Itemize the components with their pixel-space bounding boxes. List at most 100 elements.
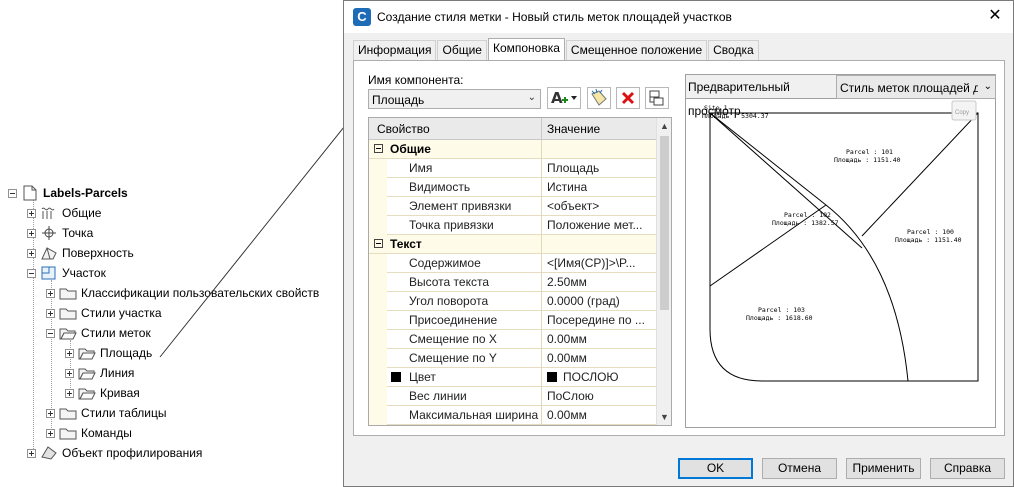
folder-open-icon — [78, 348, 96, 360]
svg-text:A: A — [551, 89, 563, 107]
cell-separator — [541, 387, 542, 406]
tab-summary[interactable]: Сводка — [708, 40, 759, 60]
expand-icon[interactable] — [46, 308, 55, 318]
property-value[interactable]: Положение мет... — [547, 218, 655, 232]
expand-icon[interactable] — [27, 228, 36, 238]
category-general[interactable]: Общие — [369, 140, 657, 159]
component-draw-order-button[interactable] — [645, 87, 669, 109]
copy-label: Copy — [955, 110, 969, 116]
help-button[interactable]: Справка — [930, 458, 1005, 479]
expand-icon[interactable] — [27, 248, 36, 258]
expand-icon[interactable] — [65, 368, 74, 378]
cancel-button[interactable]: Отмена — [762, 458, 837, 479]
tree-item-custom-classifications[interactable]: Классификации пользовательских свойств — [46, 283, 319, 303]
property-row[interactable]: Максимальная ширина 0.00мм — [369, 406, 657, 425]
collapse-icon[interactable] — [27, 268, 36, 278]
property-row[interactable]: Содержимое <[Имя(CP)]>\P... — [369, 254, 657, 273]
property-value[interactable]: 2.50мм — [547, 275, 655, 289]
tab-layout[interactable]: Компоновка — [487, 38, 565, 60]
chevron-down-icon[interactable]: ▼ — [657, 409, 671, 425]
tree-item-point[interactable]: Точка — [27, 223, 93, 243]
tree-root-labels-parcels[interactable]: Labels-Parcels — [8, 183, 128, 203]
property-row[interactable]: Присоединение Посередине по ... — [369, 311, 657, 330]
preview-pane: Предварительный просмотр Стиль меток пло… — [685, 74, 996, 428]
property-row[interactable]: Имя Площадь — [369, 159, 657, 178]
expand-icon[interactable] — [46, 408, 55, 418]
collapse-icon[interactable] — [374, 239, 383, 248]
tree-item-general[interactable]: Общие — [27, 203, 101, 223]
tree-label: Общие — [62, 206, 102, 220]
property-value[interactable]: 0.0000 (град) — [547, 294, 655, 308]
tree-item-line[interactable]: Линия — [65, 363, 134, 383]
copy-preview-button[interactable]: Copy — [951, 100, 977, 121]
preview-canvas[interactable]: Site 1 Площадь : 5304.37 Parcel : 101 Пл… — [686, 100, 995, 427]
row-gutter — [369, 254, 387, 273]
expand-icon[interactable] — [65, 388, 74, 398]
tree-label: Площадь — [100, 346, 153, 360]
tree-item-curve[interactable]: Кривая — [65, 383, 140, 403]
cell-separator — [541, 216, 542, 235]
tree-item-commands[interactable]: Команды — [46, 423, 132, 443]
folder-icon — [59, 428, 77, 440]
copy-component-button[interactable] — [587, 87, 611, 109]
expand-icon[interactable] — [27, 448, 36, 458]
tree-item-grading[interactable]: Объект профилирования — [27, 443, 202, 463]
property-row[interactable]: Смещение по X 0.00мм — [369, 330, 657, 349]
tree-item-surface[interactable]: Поверхность — [27, 243, 134, 263]
dialog-titlebar[interactable]: C Создание стиля метки - Новый стиль мет… — [344, 1, 1013, 33]
category-text[interactable]: Текст — [369, 235, 657, 254]
component-name-select[interactable]: Площадь ⌄ — [368, 89, 541, 109]
expand-icon[interactable] — [27, 208, 36, 218]
property-value[interactable]: Площадь — [547, 161, 655, 175]
property-row-color[interactable]: Цвет ПОСЛОЮ — [369, 368, 657, 387]
site-name-label: Site 1 — [704, 104, 728, 112]
property-value[interactable]: 0.00мм — [547, 351, 655, 365]
delete-component-button[interactable] — [616, 87, 640, 109]
property-row[interactable]: Вес линии ПоСлою — [369, 387, 657, 406]
tab-information[interactable]: Информация — [353, 40, 437, 60]
tree-item-label-styles[interactable]: Стили меток — [46, 323, 151, 343]
property-value[interactable]: ПоСлою — [547, 389, 655, 403]
general-styles-icon — [41, 207, 55, 219]
copy-component-icon — [591, 88, 607, 106]
expand-icon[interactable] — [46, 288, 55, 298]
ok-button[interactable]: OK — [678, 458, 753, 479]
property-row[interactable]: Высота текста 2.50мм — [369, 273, 657, 292]
apply-button[interactable]: Применить — [846, 458, 921, 479]
property-row[interactable]: Элемент привязки <объект> — [369, 197, 657, 216]
row-gutter — [369, 197, 387, 216]
tab-dragged-state[interactable]: Смещенное положение — [565, 40, 708, 60]
row-gutter — [369, 349, 387, 368]
property-value[interactable]: 0.00мм — [547, 408, 655, 422]
property-row[interactable]: Точка привязки Положение мет... — [369, 216, 657, 235]
property-value[interactable]: Истина — [547, 180, 655, 194]
property-value[interactable]: <объект> — [547, 199, 655, 213]
chevron-up-icon[interactable]: ▲ — [657, 118, 671, 134]
cell-separator — [541, 178, 542, 197]
expand-icon[interactable] — [46, 428, 55, 438]
tree-item-parcel-styles[interactable]: Стили участка — [46, 303, 162, 323]
collapse-icon[interactable] — [8, 188, 17, 198]
close-button[interactable]: ✕ — [987, 7, 1003, 25]
create-text-component-button[interactable]: A — [547, 87, 581, 109]
property-row[interactable]: Угол поворота 0.0000 (град) — [369, 292, 657, 311]
property-row[interactable]: Смещение по Y 0.00мм — [369, 349, 657, 368]
collapse-icon[interactable] — [374, 144, 383, 153]
tree-item-table-styles[interactable]: Стили таблицы — [46, 403, 166, 423]
grid-scrollbar[interactable]: ▲ ▼ — [656, 118, 671, 425]
collapse-icon[interactable] — [46, 328, 55, 338]
tree-item-area[interactable]: Площадь — [65, 343, 152, 363]
preview-style-select[interactable]: Стиль меток площадей д ⌄ — [836, 75, 996, 99]
row-gutter — [369, 406, 387, 425]
parcel-102-name: Parcel : 102 — [784, 211, 831, 219]
scrollbar-thumb[interactable] — [660, 136, 669, 310]
property-value[interactable]: <[Имя(CP)]>\P... — [547, 256, 655, 270]
property-value-color[interactable]: ПОСЛОЮ — [547, 370, 655, 384]
tab-general[interactable]: Общие — [437, 40, 487, 60]
property-value[interactable]: 0.00мм — [547, 332, 655, 346]
surface-icon — [41, 247, 57, 260]
property-row[interactable]: Видимость Истина — [369, 178, 657, 197]
tree-item-parcel[interactable]: Участок — [27, 263, 106, 283]
property-value[interactable]: Посередине по ... — [547, 313, 655, 327]
expand-icon[interactable] — [65, 348, 74, 358]
